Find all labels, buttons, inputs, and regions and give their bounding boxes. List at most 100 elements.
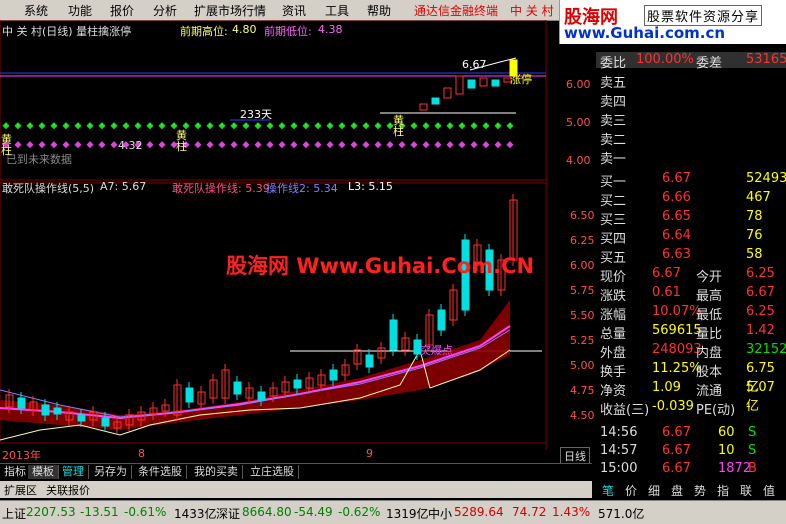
green-dot <box>38 122 46 130</box>
stat-label: 最低 <box>696 308 723 323</box>
tab-related-quote[interactable]: 关联报价 <box>46 482 90 498</box>
stat-row: 收益(三) -0.039 PE(动) - <box>596 399 786 418</box>
tab-save-as[interactable]: 另存为 <box>90 465 132 479</box>
sh-value: 2207.53 <box>26 505 76 519</box>
zx-amount: 571.0亿 <box>598 507 645 521</box>
zx-change: 74.72 <box>512 505 547 519</box>
green-dot <box>362 122 370 130</box>
price-candle <box>419 103 428 111</box>
stat-label: 净资 <box>600 384 627 399</box>
stock-name: 中 关 村 <box>510 4 554 18</box>
detail-tab-1[interactable]: 价 <box>625 482 637 499</box>
yellow-bar-label-2: 黄柱 <box>176 129 187 153</box>
axis-ind-625: 6.25 <box>570 234 595 247</box>
kline-chart[interactable]: 中 关 村(日线) 量柱擒涨停 前期高位: 4.80 前期低位: 4.38 6.… <box>0 20 595 465</box>
menu-analysis[interactable]: 分析 <box>153 2 177 19</box>
green-dot <box>110 122 118 130</box>
tab-banker-pick[interactable]: 立庄选股 <box>246 465 299 479</box>
index-status-bar: 上证 2207.53 -13.51 -0.61% 1433亿 深证 8664.8… <box>0 500 786 524</box>
stat-row: 涨跌 0.61 最高 6.67 <box>596 285 786 304</box>
green-dot <box>314 122 322 130</box>
indicator-candle <box>17 397 26 409</box>
pink-dot <box>194 141 202 149</box>
detail-tab-6[interactable]: 联 <box>740 482 752 499</box>
pink-dot <box>434 141 442 149</box>
buy-label: 买四 <box>600 232 627 247</box>
quote-panel: 委比 100.00% 委差 53165 卖五 卖四 卖三 卖二 卖一 买一 6.67 524… <box>596 44 786 484</box>
green-dot <box>338 122 346 130</box>
green-dot <box>326 122 334 130</box>
detail-tab-2[interactable]: 细 <box>648 482 660 499</box>
indicator-candle <box>389 319 398 351</box>
green-dot <box>290 122 298 130</box>
tab-indicator[interactable]: 指标 <box>0 465 31 479</box>
stat-label: 外盘 <box>600 346 627 361</box>
pink-dot <box>158 141 166 149</box>
stat-row: 换手 11.25% 股本 6.75亿 <box>596 361 786 395</box>
green-dot <box>50 122 58 130</box>
detail-tab-3[interactable]: 盘 <box>671 482 683 499</box>
pink-dot <box>446 141 454 149</box>
menu-extended-market[interactable]: 扩展市场行情 <box>194 2 266 19</box>
menu-help[interactable]: 帮助 <box>367 2 391 19</box>
stat-value: 1.09 <box>652 380 681 395</box>
detail-tab-5[interactable]: 指 <box>717 482 729 499</box>
prev-high-label: 前期高位: <box>180 25 228 38</box>
pink-dot <box>14 141 22 149</box>
stat-value: 11.25% <box>652 361 702 376</box>
menu-quote[interactable]: 报价 <box>110 2 134 19</box>
axis-ind-475: 4.75 <box>570 384 595 397</box>
tab-extension[interactable]: 扩展区 <box>4 482 37 498</box>
stat-label: 涨跌 <box>600 289 627 304</box>
menu-system[interactable]: 系统 <box>24 2 48 19</box>
stat-row: 净资 1.09 流通 5.07亿 <box>596 380 786 414</box>
order-ratio-row: 委比 100.00% 委差 53165 <box>596 52 786 71</box>
ratio-label: 委比 <box>600 56 627 71</box>
buy-label: 买二 <box>600 194 627 209</box>
diff-label: 委差 <box>696 56 723 71</box>
tick-row: 14:56 6.67 60 S <box>596 425 786 441</box>
pink-dot <box>290 141 298 149</box>
pink-dot <box>146 141 154 149</box>
axis-upper-5: 5.00 <box>566 116 591 129</box>
pink-dot <box>242 141 250 149</box>
green-dot <box>470 122 478 130</box>
detail-tab-0[interactable]: 笔 <box>602 482 614 499</box>
menu-function[interactable]: 功能 <box>68 2 92 19</box>
tick-time: 14:56 <box>600 425 638 440</box>
stat-value: 1.42 <box>746 323 775 338</box>
sz-change: -54.49 <box>294 505 333 519</box>
stat-label: 涨幅 <box>600 308 627 323</box>
stat-value: 321522 <box>746 342 786 357</box>
tick-flag: B <box>748 461 757 476</box>
menu-tools[interactable]: 工具 <box>325 2 349 19</box>
detail-tab-4[interactable]: 势 <box>694 482 706 499</box>
green-dot <box>446 122 454 130</box>
axis-ind-550: 5.50 <box>570 309 595 322</box>
sell-label: 卖一 <box>600 152 627 167</box>
stat-label: 现价 <box>600 270 627 285</box>
logo-tagline: 股票软件资源分享 <box>644 5 763 26</box>
indicator-candle <box>437 309 446 331</box>
sell-label: 卖三 <box>600 114 627 129</box>
sell-level-1: 卖一 <box>596 148 786 167</box>
green-dot <box>410 122 418 130</box>
pink-dot <box>338 141 346 149</box>
pink-dot <box>470 141 478 149</box>
indicator-line1: 敢死队操作线: 5.39 <box>172 182 270 195</box>
tab-template[interactable]: 模板 <box>28 465 59 479</box>
green-dot <box>350 122 358 130</box>
buy-price: 6.66 <box>662 190 691 205</box>
detail-tab-7[interactable]: 值 <box>763 482 775 499</box>
watermark: 股海网 Www.Guhai.Com.CN <box>226 254 535 278</box>
pink-dot <box>302 141 310 149</box>
tab-manage[interactable]: 管理 <box>58 465 89 479</box>
pink-dot <box>386 141 394 149</box>
tab-condition-pick[interactable]: 条件选股 <box>134 465 187 479</box>
zx-value: 5289.64 <box>454 505 504 519</box>
menu-news[interactable]: 资讯 <box>282 2 306 19</box>
green-dot <box>122 122 130 130</box>
tab-my-trades[interactable]: 我的买卖 <box>190 465 243 479</box>
price-candle <box>479 77 488 87</box>
prev-high-value: 4.80 <box>232 23 257 36</box>
